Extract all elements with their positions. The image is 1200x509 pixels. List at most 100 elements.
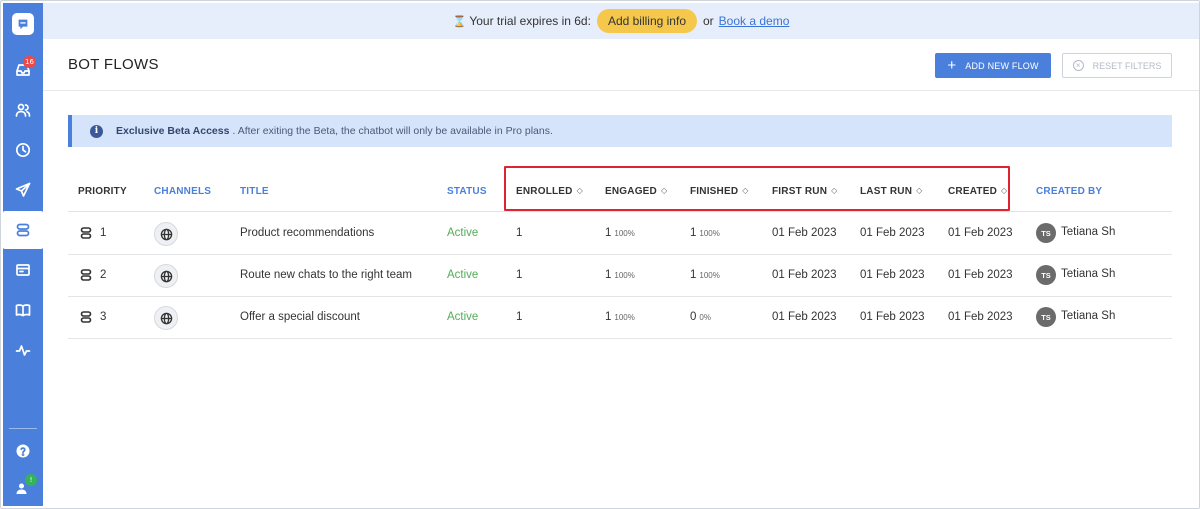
status-value: Active [447,269,479,281]
last-run-value: 01 Feb 2023 [860,269,925,281]
finished-percent: 100% [699,229,720,238]
finished-label: FINISHED [690,186,739,197]
card-icon [16,264,30,276]
creator-name: Tetiana Sh [1061,226,1116,238]
column-header-created[interactable]: CREATED ◇ [948,186,1007,197]
finished-cell: 1 100% [690,227,720,239]
finished-value: 1 [690,227,697,239]
sort-icon: ◇ [576,186,583,195]
created-label: CREATED [948,186,997,197]
sidebar-item-bot-flows[interactable] [3,211,43,249]
column-header-engaged[interactable]: ENGAGED ◇ [605,186,667,197]
enrolled-value: 1 [516,227,523,239]
last-run-value: 01 Feb 2023 [860,227,925,239]
sort-icon: ◇ [1001,186,1008,195]
table-header-row: PRIORITY CHANNELS TITLE STATUS ENROLLED ◇… [68,171,1172,212]
status-value: Active [447,227,479,239]
sidebar-item-analytics[interactable] [3,331,43,369]
flow-title[interactable]: Route new chats to the right team [240,269,412,281]
sort-icon: ◇ [742,186,749,195]
last-run-label: LAST RUN [860,186,913,197]
flow-title[interactable]: Product recommendations [240,227,374,239]
drag-handle-icon[interactable] [80,269,92,281]
column-header-enrolled[interactable]: ENROLLED ◇ [516,186,583,197]
sort-icon: ◇ [831,186,838,195]
creator-name: Tetiana Sh [1061,268,1116,280]
sidebar-item-team[interactable]: ! [3,469,43,507]
column-header-channels[interactable]: CHANNELS [154,186,211,197]
avatar: TS [1036,265,1056,285]
send-icon [15,182,31,197]
drag-handle-icon[interactable] [80,227,92,239]
chat-logo-icon[interactable] [12,13,34,35]
engaged-cell: 1 100% [605,269,635,281]
info-bold-text: Exclusive Beta Access [116,125,230,137]
page-header: BOT FLOWS + ADD NEW FLOW × RESET FILTERS [43,39,1199,91]
finished-percent: 0% [699,313,711,322]
app-window: 16 ! ⌛ Your trial expires in 6d: Add bil… [0,0,1200,509]
first-run-value: 01 Feb 2023 [772,311,837,323]
column-header-finished[interactable]: FINISHED ◇ [690,186,749,197]
sidebar-item-history[interactable] [3,131,43,169]
info-icon: i [90,124,103,138]
add-new-flow-button[interactable]: + ADD NEW FLOW [935,53,1051,78]
created-value: 01 Feb 2023 [948,269,1013,281]
column-header-title[interactable]: TITLE [240,186,269,197]
finished-cell: 1 100% [690,269,720,281]
column-header-created-by[interactable]: CREATED BY [1036,186,1102,197]
sidebar-divider [9,428,37,429]
close-circle-icon: × [1072,60,1084,71]
column-header-last-run[interactable]: LAST RUN ◇ [860,186,923,197]
finished-percent: 100% [699,271,720,280]
sidebar-item-contacts[interactable] [3,91,43,129]
trial-text: Your trial expires in 6d: [469,14,591,28]
avatar: TS [1036,307,1056,327]
hourglass-icon: ⌛ [452,15,467,28]
priority-value: 2 [100,269,107,281]
trial-banner: ⌛ Your trial expires in 6d: Add billing … [43,3,1199,39]
column-header-priority[interactable]: PRIORITY [78,186,127,197]
add-billing-info-button[interactable]: Add billing info [596,9,697,33]
inbox-badge: 16 [23,56,36,68]
finished-value: 0 [690,311,697,323]
help-icon [16,444,30,458]
table-row[interactable]: 3 Offer a special discount Active 1 1 100… [68,297,1172,339]
sidebar-item-widgets[interactable] [3,251,43,289]
page-title: BOT FLOWS [68,56,159,73]
column-header-status[interactable]: STATUS [447,186,487,197]
drag-handle-icon[interactable] [80,311,92,323]
engaged-percent: 100% [614,229,635,238]
sidebar-item-campaigns[interactable] [3,171,43,209]
engaged-cell: 1 100% [605,311,635,323]
beta-info-bar: i Exclusive Beta Access. After exiting t… [68,115,1172,147]
enrolled-label: ENROLLED [516,186,573,197]
finished-cell: 0 0% [690,311,711,323]
users-icon [15,103,31,117]
reset-filters-button[interactable]: × RESET FILTERS [1062,53,1172,78]
book-icon [15,304,31,317]
info-text: . After exiting the Beta, the chatbot wi… [232,125,553,137]
or-text: or [703,14,714,28]
table-row[interactable]: 1 Product recommendations Active 1 1 100%… [68,213,1172,255]
sidebar-item-inbox[interactable]: 16 [3,51,43,89]
sort-icon: ◇ [660,186,668,195]
globe-icon [154,222,178,246]
table-row[interactable]: 2 Route new chats to the right team Acti… [68,255,1172,297]
globe-icon [154,264,178,288]
flow-title[interactable]: Offer a special discount [240,311,360,323]
reset-filters-label: RESET FILTERS [1092,60,1162,71]
first-run-label: FIRST RUN [772,186,828,197]
creator-name: Tetiana Sh [1061,310,1116,322]
sidebar: 16 ! [3,3,43,506]
finished-value: 1 [690,269,697,281]
sidebar-item-knowledge-base[interactable] [3,291,43,329]
column-header-first-run[interactable]: FIRST RUN ◇ [772,186,838,197]
last-run-value: 01 Feb 2023 [860,311,925,323]
bot-flows-icon [16,223,30,237]
created-value: 01 Feb 2023 [948,227,1013,239]
engaged-value: 1 [605,227,612,239]
first-run-value: 01 Feb 2023 [772,227,837,239]
sidebar-item-help[interactable] [3,432,43,470]
created-value: 01 Feb 2023 [948,311,1013,323]
book-demo-link[interactable]: Book a demo [719,14,790,28]
